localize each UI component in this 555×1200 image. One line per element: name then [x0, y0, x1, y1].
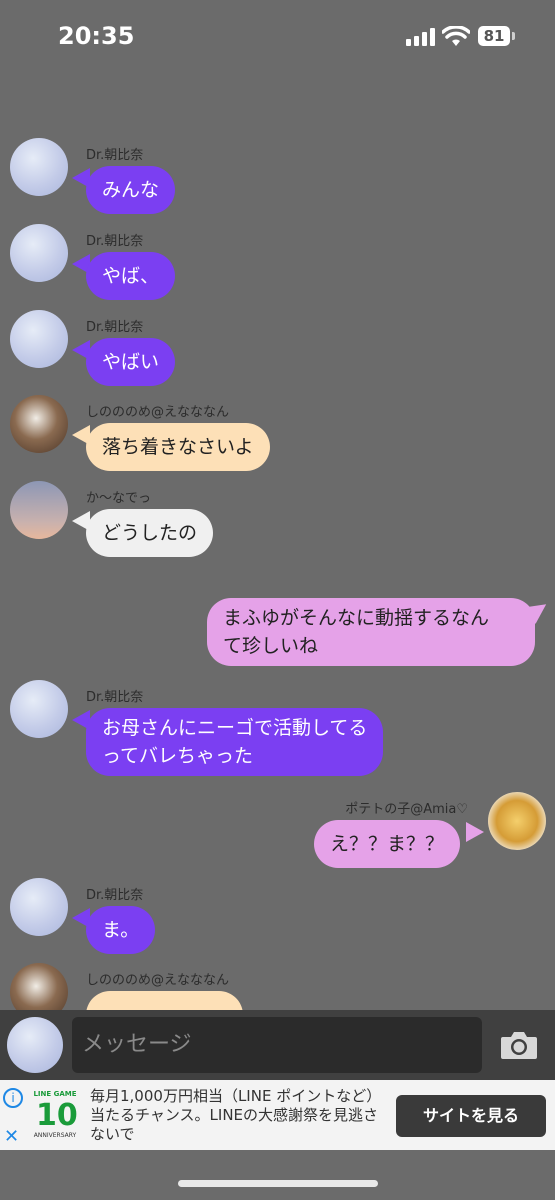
sender-name: Dr.朝比奈	[86, 320, 144, 335]
message-bubble[interactable]: みんな	[86, 166, 176, 214]
ad-cta-button[interactable]: サイトを見る	[396, 1095, 546, 1137]
sender-name: しのののめ@えなななん	[86, 973, 230, 988]
avatar[interactable]	[10, 963, 68, 1010]
sender-name: ポテトの子@Amia♡	[345, 802, 468, 817]
message-line: ってバレちゃった	[102, 745, 254, 767]
message-line: お母さんにニーゴで活動してる	[102, 717, 368, 739]
ad-banner[interactable]: i ✕ LINE GAME 10 ANNIVERSARY 毎月1,000万円相当…	[0, 1080, 555, 1150]
message-bubble[interactable]: ま。	[86, 906, 156, 954]
message-bubble[interactable]: やばい	[86, 338, 176, 386]
camera-icon[interactable]	[500, 1030, 538, 1060]
message-bubble[interactable]: やば、	[86, 252, 176, 300]
message-line: まふゆがそんなに動揺するなん	[223, 607, 490, 629]
avatar[interactable]	[10, 138, 68, 196]
message-bubble[interactable]: どうしたの	[86, 509, 214, 557]
ad-logo-number: 10	[36, 1098, 78, 1133]
ad-text: 毎月1,000万円相当（LINE ポイントなど）当たるチャンス。LINEの大感謝…	[90, 1087, 379, 1143]
message-bubble[interactable]	[86, 991, 243, 1010]
avatar[interactable]	[10, 481, 68, 539]
ad-close-icon[interactable]: ✕	[4, 1128, 19, 1146]
bubble-tail	[466, 822, 484, 842]
ad-logo-bottom: ANNIVERSARY	[33, 1132, 77, 1139]
message-bubble[interactable]: まふゆがそんなに動揺するなん て珍しいね	[207, 598, 535, 666]
ad-logo-top: LINE GAME	[33, 1090, 77, 1098]
message-line: て珍しいね	[223, 635, 319, 657]
message-input[interactable]: メッセージ	[72, 1017, 482, 1073]
sender-name: しのののめ@えなななん	[86, 405, 230, 420]
avatar[interactable]	[10, 680, 68, 738]
sender-name: Dr.朝比奈	[86, 234, 144, 249]
avatar[interactable]	[10, 310, 68, 368]
ad-info-icon[interactable]: i	[3, 1088, 23, 1108]
sender-name: Dr.朝比奈	[86, 690, 144, 705]
sender-name: Dr.朝比奈	[86, 888, 144, 903]
home-indicator[interactable]	[178, 1180, 378, 1187]
message-bubble[interactable]: お母さんにニーゴで活動してる ってバレちゃった	[86, 708, 384, 776]
chat-area[interactable]: Dr.朝比奈 みんな Dr.朝比奈 やば、 Dr.朝比奈 やばい しのののめ@え…	[0, 0, 555, 1010]
avatar[interactable]	[10, 224, 68, 282]
sender-name: Dr.朝比奈	[86, 148, 144, 163]
message-bubble[interactable]: え？？ま？？	[314, 820, 461, 868]
avatar[interactable]	[10, 878, 68, 936]
my-avatar[interactable]	[7, 1017, 63, 1073]
message-input-bar: メッセージ	[0, 1010, 555, 1080]
avatar[interactable]	[10, 395, 68, 453]
sender-name: か〜なでっ	[86, 491, 152, 506]
message-bubble[interactable]: 落ち着きなさいよ	[86, 423, 270, 471]
ad-logo: LINE GAME 10 ANNIVERSARY	[28, 1090, 82, 1140]
avatar[interactable]	[488, 792, 546, 850]
